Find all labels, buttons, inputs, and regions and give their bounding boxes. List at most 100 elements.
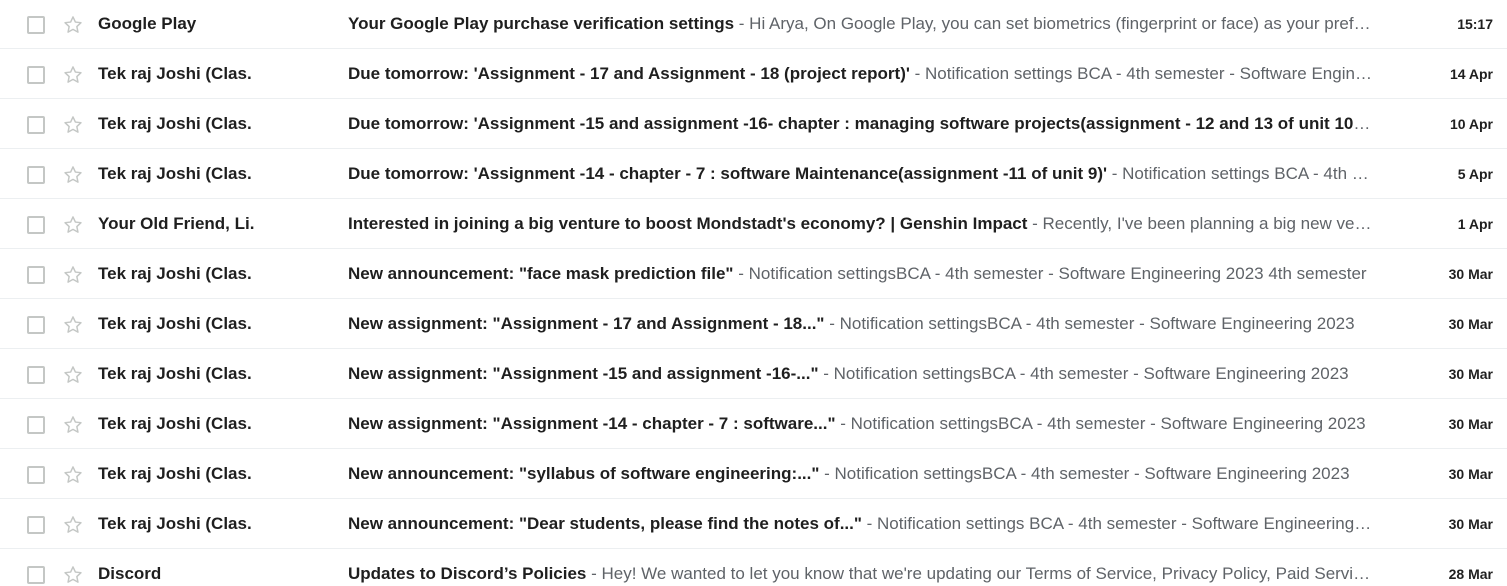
email-content: New announcement: "face mask prediction … [348,264,1374,284]
email-content: New assignment: "Assignment -14 - chapte… [348,414,1374,434]
subject-snippet-separator: - [861,513,878,533]
email-date: 28 Mar [1448,565,1493,582]
email-date: 14 Apr [1449,65,1493,82]
email-subject: Your Google Play purchase verification s… [348,14,735,33]
email-sender: Tek raj Joshi (Clas. [98,63,252,83]
email-snippet: Notification settings BCA - 4th semester [1122,163,1374,183]
star-outline-icon [64,165,82,183]
email-snippet: Notification settings BCA - 4th semester… [877,513,1374,533]
email-subject: New announcement: "Dear students, please… [348,513,862,533]
checkbox-icon[interactable] [27,65,45,84]
star-icon[interactable] [62,564,84,586]
email-date: 5 Apr [1457,165,1493,182]
star-icon[interactable] [62,164,84,186]
email-row[interactable]: Tek raj Joshi (Clas. Due tomorrow: 'Assi… [0,99,1507,149]
email-date: 30 Mar [1448,265,1493,282]
email-row[interactable]: Tek raj Joshi (Clas. Due tomorrow: 'Assi… [0,49,1507,99]
email-subject: New announcement: "face mask prediction … [348,263,734,283]
email-date: 15:17 [1457,16,1493,32]
star-icon[interactable] [62,314,84,336]
email-content: Updates to Discord’s Policies - Hey! We … [348,564,1374,584]
checkbox-icon[interactable] [27,215,45,234]
email-sender: Tek raj Joshi (Clas. [98,513,252,533]
checkbox-icon[interactable] [27,16,45,34]
checkbox-icon[interactable] [27,115,45,134]
subject-snippet-separator: - [586,563,602,583]
star-icon[interactable] [62,114,84,136]
email-subject: New assignment: "Assignment -14 - chapte… [348,413,836,433]
star-outline-icon [64,115,82,133]
email-snippet: Notification settingsBCA - 4th semester … [833,363,1349,383]
subject-snippet-separator: - [909,63,926,83]
email-snippet: Notification settingsBCA - 4th semester … [839,313,1355,333]
subject-snippet-separator: - [818,363,834,383]
checkbox-icon[interactable] [27,465,45,484]
email-subject: Due tomorrow: 'Assignment -14 - chapter … [348,163,1108,183]
email-content: Interested in joining a big venture to b… [348,214,1374,234]
checkbox-icon[interactable] [27,365,45,384]
checkbox-icon[interactable] [27,515,45,534]
email-row[interactable]: Tek raj Joshi (Clas. New announcement: "… [0,449,1507,499]
star-outline-icon [64,265,82,283]
email-date: 30 Mar [1448,365,1493,382]
checkbox-icon[interactable] [27,315,45,334]
email-snippet: Notification settings BCA - 4th semester… [925,63,1374,83]
star-icon[interactable] [62,64,84,86]
email-content: Due tomorrow: 'Assignment - 17 and Assig… [348,64,1374,84]
star-outline-icon [64,215,82,233]
email-content: Due tomorrow: 'Assignment -15 and assign… [348,114,1374,134]
email-sender: Tek raj Joshi (Clas. [98,263,252,283]
email-sender: Google Play [98,14,197,33]
email-content: New assignment: "Assignment -15 and assi… [348,364,1374,384]
email-row[interactable]: Tek raj Joshi (Clas. Due tomorrow: 'Assi… [0,149,1507,199]
checkbox-icon[interactable] [27,415,45,434]
email-snippet: Notification settingsBCA - 4th semester … [748,263,1367,283]
star-icon[interactable] [62,414,84,436]
email-subject: Due tomorrow: 'Assignment - 17 and Assig… [348,63,910,83]
email-sender: Tek raj Joshi (Clas. [98,363,252,383]
star-outline-icon [64,415,82,433]
email-content: New assignment: "Assignment - 17 and Ass… [348,314,1374,334]
email-date: 10 Apr [1449,115,1493,132]
star-icon[interactable] [62,214,84,236]
email-subject: New announcement: "syllabus of software … [348,463,820,483]
star-outline-icon [64,65,82,83]
star-icon[interactable] [62,514,84,536]
subject-snippet-separator: - [1027,213,1043,233]
email-sender: Your Old Friend, Li. [98,213,255,233]
email-content: Your Google Play purchase verification s… [348,14,1374,34]
checkbox-icon[interactable] [27,165,45,184]
subject-snippet-separator: - [734,14,750,33]
email-content: New announcement: "syllabus of software … [348,464,1374,484]
star-icon[interactable] [62,264,84,286]
email-row[interactable]: Tek raj Joshi (Clas. New announcement: "… [0,499,1507,549]
email-sender: Tek raj Joshi (Clas. [98,463,252,483]
email-row[interactable]: Your Old Friend, Li. Interested in joini… [0,199,1507,249]
star-icon[interactable] [62,14,84,36]
email-sender: Tek raj Joshi (Clas. [98,313,252,333]
email-row[interactable]: Discord Updates to Discord’s Policies - … [0,549,1507,586]
star-icon[interactable] [62,464,84,486]
star-icon[interactable] [62,364,84,386]
email-date: 30 Mar [1448,315,1493,332]
subject-snippet-separator: - [733,263,749,283]
email-subject: New assignment: "Assignment -15 and assi… [348,363,819,383]
email-row[interactable]: Tek raj Joshi (Clas. New assignment: "As… [0,299,1507,349]
star-outline-icon [64,16,82,33]
subject-snippet-separator: - [1107,163,1123,183]
email-snippet: Hey! We wanted to let you know that we'r… [601,563,1375,583]
email-snippet: Notification settingsBCA - 4th semester … [834,463,1350,483]
checkbox-icon[interactable] [27,565,45,584]
subject-snippet-separator: - [819,463,835,483]
email-content: Due tomorrow: 'Assignment -14 - chapter … [348,164,1374,184]
email-row[interactable]: Tek raj Joshi (Clas. New assignment: "As… [0,399,1507,449]
email-content: New announcement: "Dear students, please… [348,514,1374,534]
star-outline-icon [64,465,82,483]
star-outline-icon [64,565,82,583]
email-subject: New assignment: "Assignment - 17 and Ass… [348,313,825,333]
email-row[interactable]: Tek raj Joshi (Clas. New announcement: "… [0,249,1507,299]
email-row[interactable]: Tek raj Joshi (Clas. New assignment: "As… [0,349,1507,399]
checkbox-icon[interactable] [27,265,45,284]
email-row[interactable]: Google Play Your Google Play purchase ve… [0,0,1507,49]
email-list: Google Play Your Google Play purchase ve… [0,0,1507,586]
